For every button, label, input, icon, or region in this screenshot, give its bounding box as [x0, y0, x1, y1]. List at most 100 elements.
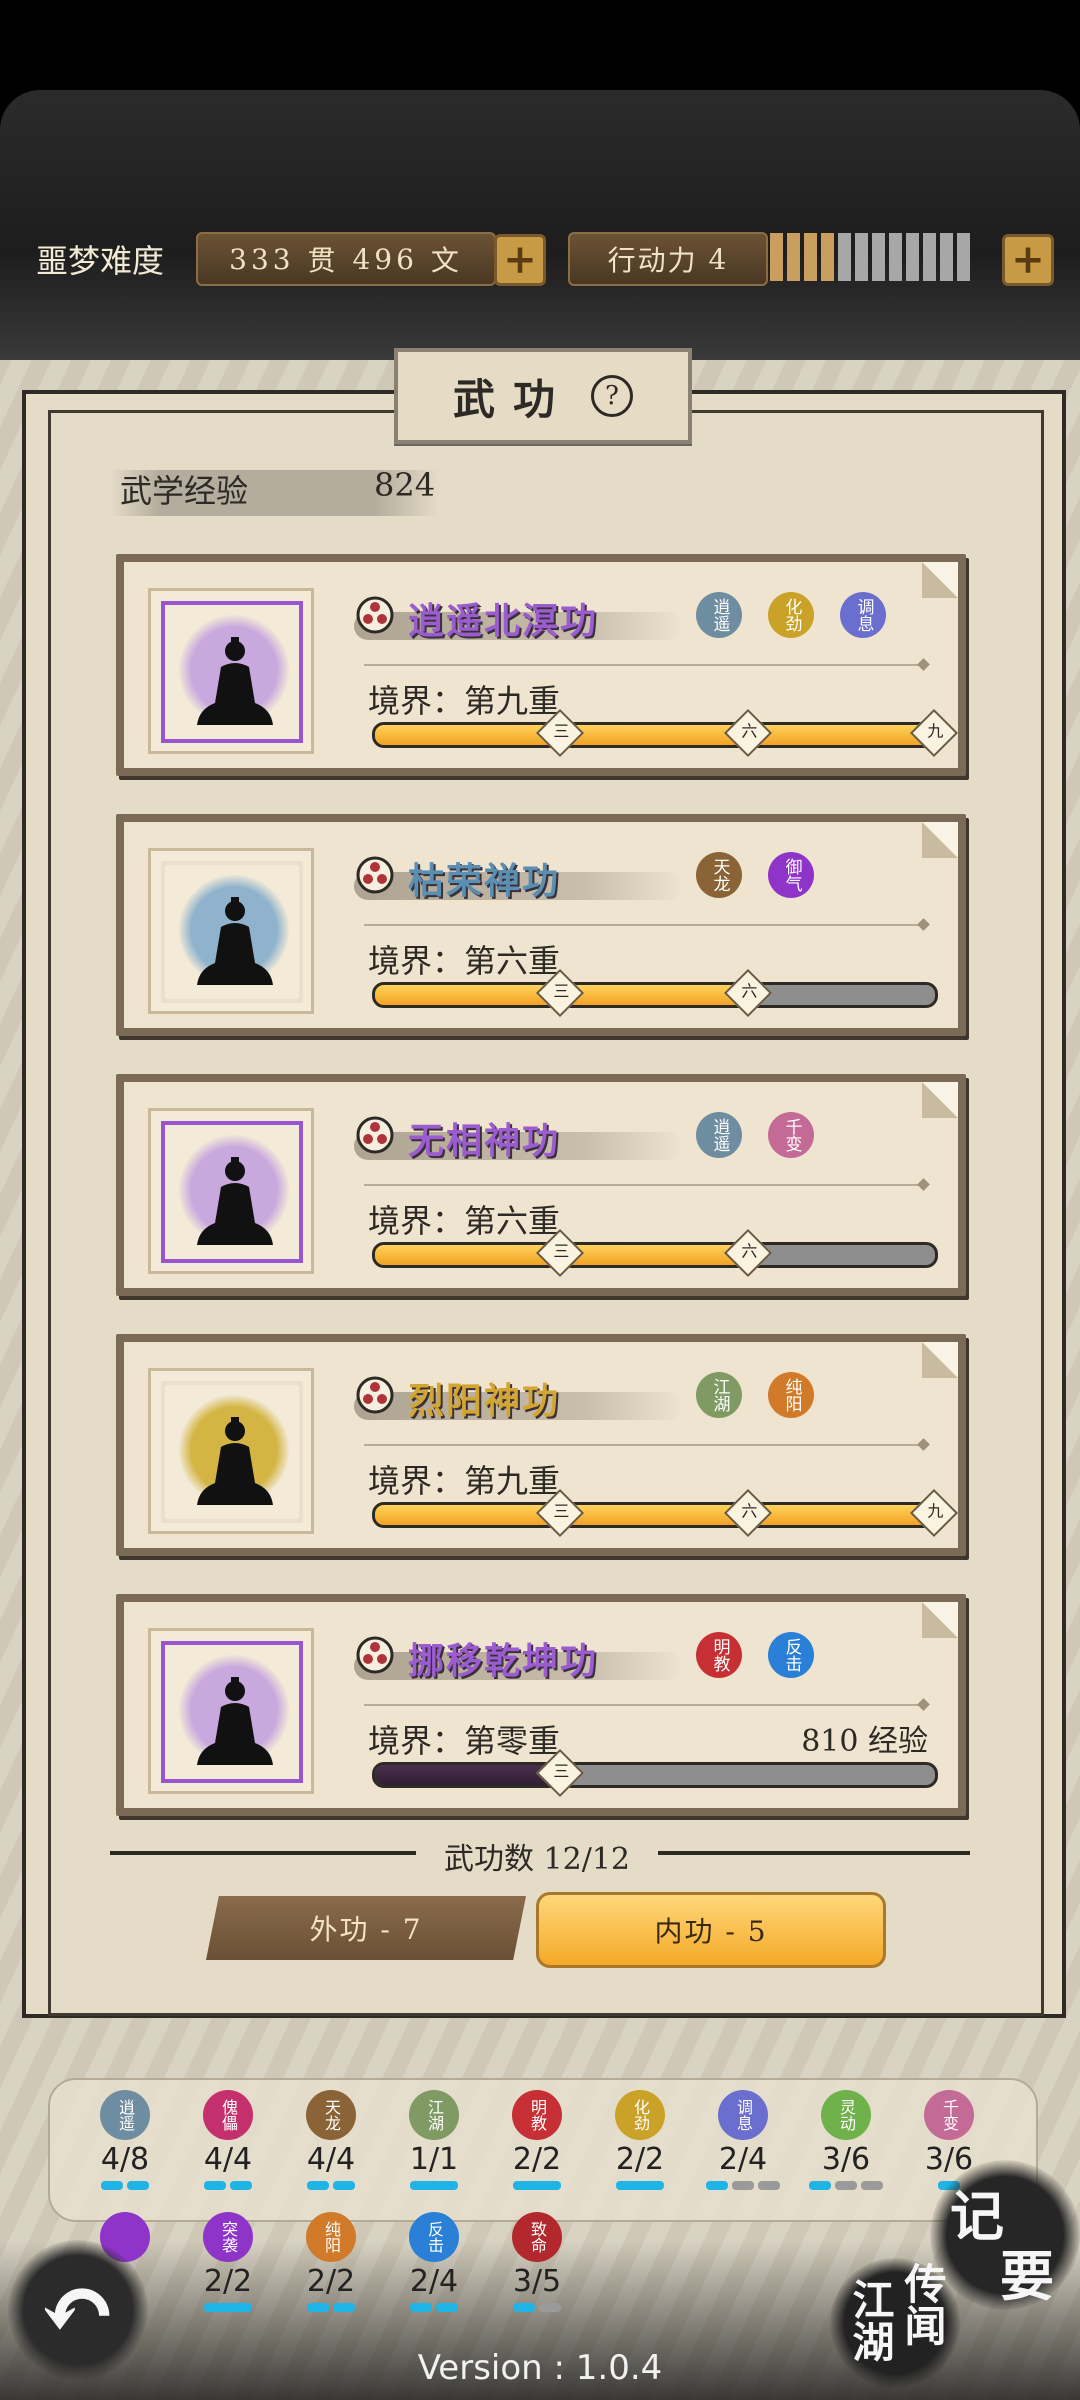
trait-icon: 傀儡: [203, 2090, 253, 2140]
trait-progress-pip: [809, 2181, 831, 2190]
back-arrow-icon: ↶: [37, 2253, 119, 2366]
skill-portrait: [148, 848, 314, 1014]
meditating-figure-icon: [197, 1157, 273, 1245]
version-label: Version : 1.0.4: [417, 2348, 663, 2388]
add-stamina-button[interactable]: +: [1002, 234, 1054, 286]
trait-badge-icon: 反击: [768, 1632, 814, 1678]
money-guan-unit: 贯: [307, 244, 340, 277]
stamina-bar: [770, 233, 974, 281]
meditating-figure-icon: [197, 1417, 273, 1505]
meditating-figure-icon: [197, 897, 273, 985]
skill-realm: 境界：第九重: [368, 1462, 561, 1500]
skill-portrait: [148, 1628, 314, 1794]
difficulty-label: 噩梦难度: [36, 242, 165, 280]
trait-badge-icon: 调息: [840, 592, 886, 638]
trait-badge-icon: 纯阳: [768, 1372, 814, 1418]
trait-icon: 江湖: [409, 2090, 459, 2140]
realm-progress-bar: [372, 1502, 938, 1528]
trait-icon: 致命: [512, 2212, 562, 2262]
trait-collection-item[interactable]: 突袭 2/2: [183, 2212, 273, 2312]
inner-skill-type-icon: [356, 1376, 394, 1414]
trait-progress-pip: [758, 2181, 780, 2190]
trait-icon: 化劲: [615, 2090, 665, 2140]
skill-portrait: [148, 588, 314, 754]
add-money-button[interactable]: +: [494, 234, 546, 286]
stamina-segment-filled: [770, 233, 783, 281]
trait-progress: [286, 2303, 376, 2312]
tab-outer-skills[interactable]: 外功 - 7: [206, 1896, 526, 1960]
trait-progress-pip: [333, 2181, 355, 2190]
skill-card[interactable]: 枯荣禅功 天龙 御气 境界：第六重 三六: [116, 814, 966, 1036]
trait-icon: 逍遥: [100, 2090, 150, 2140]
plus-icon: +: [1011, 236, 1045, 283]
trait-progress-pip: [307, 2303, 329, 2312]
stamina-segment-empty: [889, 233, 902, 281]
trait-count: 3/6: [821, 2142, 871, 2177]
panel-title-plaque: 武功 ?: [394, 348, 692, 444]
stamina-display: 行动力 4: [568, 232, 768, 286]
trait-collection-item[interactable]: 逍遥 4/8: [80, 2090, 170, 2190]
realm-marker: 六: [723, 1488, 772, 1538]
skill-realm: 境界：第零重: [368, 1722, 561, 1760]
stamina-segment-empty: [940, 233, 953, 281]
page-fold: [922, 562, 958, 598]
trait-badge-icon: 御气: [768, 852, 814, 898]
divider-line: [364, 1184, 924, 1186]
skill-exp-required: 810 经验: [801, 1724, 928, 1759]
trait-progress: [492, 2303, 582, 2312]
trait-icon: 千变: [924, 2090, 974, 2140]
skill-card[interactable]: 逍遥北溟功 逍遥 化劲 调息 境界：第九重 三六九: [116, 554, 966, 776]
trait-count: 3/5: [512, 2264, 562, 2299]
trait-icon: 灵动: [821, 2090, 871, 2140]
trait-count: 2/4: [718, 2142, 768, 2177]
trait-count: 2/4: [409, 2264, 459, 2299]
trait-count: 4/4: [203, 2142, 253, 2177]
divider-line: [364, 924, 924, 926]
stamina-segment-filled: [804, 233, 817, 281]
realm-progress-fill: [375, 725, 935, 745]
help-icon[interactable]: ?: [591, 375, 633, 417]
page-fold: [922, 1082, 958, 1118]
rumors-label-b: 传闻: [898, 2262, 947, 2346]
trait-collection-item[interactable]: 傀儡 4/4: [183, 2090, 273, 2190]
trait-badge-icon: 逍遥: [696, 1112, 742, 1158]
skill-card[interactable]: 烈阳神功 江湖 纯阳 境界：第九重 三六九: [116, 1334, 966, 1556]
skill-name: 枯荣禅功: [408, 860, 561, 902]
trait-icon: 纯阳: [306, 2212, 356, 2262]
trait-collection-item[interactable]: 纯阳 2/2: [286, 2212, 376, 2312]
realm-marker: 九: [909, 1488, 959, 1538]
trait-collection-item[interactable]: 明教 2/2: [492, 2090, 582, 2190]
trait-collection-item[interactable]: 致命 3/5: [492, 2212, 582, 2312]
trait-progress: [389, 2181, 479, 2190]
realm-progress-bar: [372, 1242, 938, 1268]
trait-progress-pip: [835, 2181, 857, 2190]
trait-collection-item[interactable]: 调息 2/4: [698, 2090, 788, 2190]
trait-progress-pip: [101, 2181, 123, 2190]
exp-value: 824: [374, 466, 436, 504]
notes-label-2: 要: [1000, 2244, 1054, 2308]
skill-name: 无相神功: [408, 1120, 561, 1162]
trait-collection-item[interactable]: 天龙 4/4: [286, 2090, 376, 2190]
trait-collection-item[interactable]: 灵动 3/6: [801, 2090, 891, 2190]
panel-title: 武功: [452, 374, 573, 424]
notes-label-1: 记: [950, 2184, 1004, 2248]
trait-progress-pip: [230, 2181, 252, 2190]
tab-inner-skills[interactable]: 内功 - 5: [536, 1892, 886, 1968]
trait-collection-item[interactable]: 化劲 2/2: [595, 2090, 685, 2190]
skill-count: 武功数 12/12: [416, 1834, 658, 1878]
trait-collection-item[interactable]: 反击 2/4: [389, 2212, 479, 2312]
realm-marker: 六: [723, 968, 772, 1018]
trait-badge-icon: 明教: [696, 1632, 742, 1678]
skill-portrait: [148, 1108, 314, 1274]
trait-count: 2/2: [512, 2142, 562, 2177]
trait-progress-pip: [127, 2181, 149, 2190]
trait-progress: [698, 2181, 788, 2190]
skill-card[interactable]: 无相神功 逍遥 千变 境界：第六重 三六: [116, 1074, 966, 1296]
skill-realm: 境界：第六重: [368, 1202, 561, 1240]
trait-progress-pip: [539, 2303, 561, 2312]
trait-collection-item[interactable]: 江湖 1/1: [389, 2090, 479, 2190]
skill-card[interactable]: 挪移乾坤功 明教 反击 境界：第零重 810 经验 三: [116, 1594, 966, 1816]
page-fold: [922, 1602, 958, 1638]
inner-skill-type-icon: [356, 1116, 394, 1154]
trait-progress: [286, 2181, 376, 2190]
